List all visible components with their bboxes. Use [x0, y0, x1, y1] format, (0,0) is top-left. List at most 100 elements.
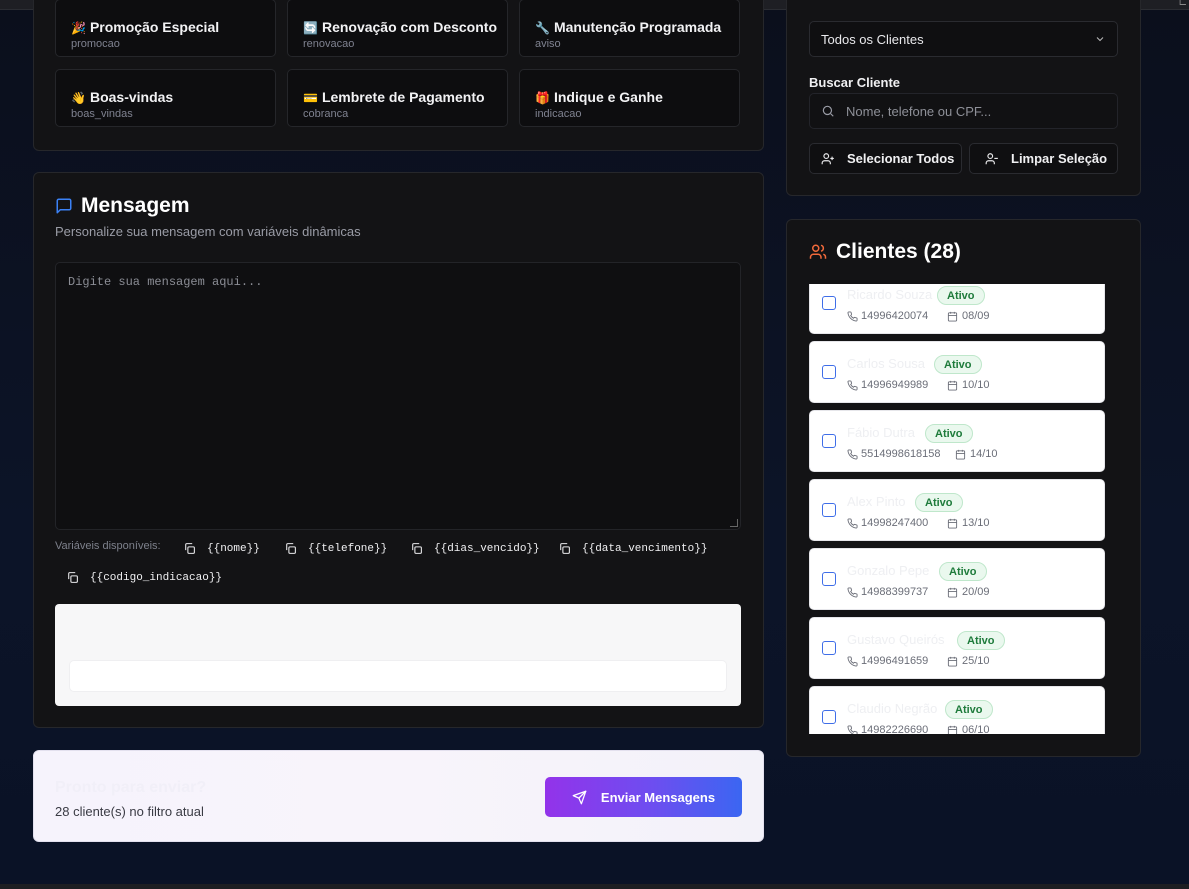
variable-nome-button[interactable]: {{nome}}	[183, 542, 260, 555]
client-due-date: 20/09	[962, 586, 990, 598]
variable-telefone-button[interactable]: {{telefone}}	[284, 542, 387, 555]
client-phone: 14998247400	[861, 517, 929, 529]
client-due-date: 08/09	[962, 310, 990, 322]
phone-icon	[847, 586, 858, 597]
resize-handle-icon[interactable]	[730, 519, 738, 527]
refresh-icon: 🔄	[303, 21, 318, 35]
select-all-button[interactable]: Selecionar Todos	[809, 143, 962, 174]
user-plus-icon	[821, 152, 834, 164]
variable-label: {{nome}}	[207, 542, 260, 555]
ready-heading: Pronto para enviar?	[55, 779, 207, 796]
client-checkbox[interactable]	[822, 503, 836, 517]
client-phone: 5514998618158	[861, 448, 941, 460]
client-name: Gonzalo Pepe	[847, 563, 930, 578]
variable-label: {{codigo_indicacao}}	[90, 571, 223, 584]
search-input[interactable]	[846, 103, 1106, 119]
client-card[interactable]: Gustavo Queirós Ativo 14996491659 25/10	[809, 617, 1105, 679]
variable-label: {{telefone}}	[308, 542, 388, 555]
users-icon	[809, 244, 827, 259]
select-value: Todos os Clientes	[821, 31, 924, 47]
status-badge: Ativo	[957, 631, 1005, 650]
client-checkbox[interactable]	[822, 365, 836, 379]
filter-panel: Todos os Clientes Buscar Cliente Selecio…	[786, 0, 1141, 196]
client-card[interactable]: Carlos Sousa Ativo 14996949989 10/10	[809, 341, 1105, 403]
variable-dias-vencido-button[interactable]: {{dias_vencido}}	[410, 542, 540, 555]
party-icon: 🎉	[71, 21, 86, 35]
client-card[interactable]: Claudio Negrão Ativo 14982226690 06/10	[809, 686, 1105, 734]
client-checkbox[interactable]	[822, 434, 836, 448]
client-due-date: 13/10	[962, 517, 990, 529]
phone-icon	[847, 517, 858, 528]
client-card[interactable]: Gonzalo Pepe Ativo 14988399737 20/09	[809, 548, 1105, 610]
phone-icon	[847, 310, 858, 321]
calendar-icon	[947, 311, 958, 322]
message-preview	[55, 604, 741, 706]
search-label: Buscar Cliente	[809, 75, 901, 90]
status-badge: Ativo	[925, 424, 973, 443]
client-filter-select[interactable]: Todos os Clientes	[809, 21, 1118, 57]
filtered-count: 28 cliente(s) no filtro atual	[55, 804, 204, 819]
status-badge: Ativo	[945, 700, 993, 719]
phone-icon	[847, 655, 858, 666]
send-icon	[572, 790, 587, 804]
clear-selection-button[interactable]: Limpar Seleção	[969, 143, 1118, 174]
template-title: Manutenção Programada	[553, 19, 722, 35]
calendar-icon	[955, 449, 966, 460]
clients-list[interactable]: Ricardo Souza Ativo 14996420074 08/09 Ca…	[809, 284, 1105, 734]
template-title: Lembrete de Pagamento	[321, 89, 485, 105]
card-icon: 💳	[303, 91, 318, 105]
status-badge: Ativo	[939, 562, 987, 581]
phone-icon	[847, 724, 858, 734]
template-key: indicacao	[535, 108, 582, 120]
variable-label: {{data_vencimento}}	[582, 542, 708, 555]
template-title: Boas-vindas	[89, 89, 174, 105]
client-name: Carlos Sousa	[847, 356, 926, 371]
status-badge: Ativo	[934, 355, 982, 374]
client-checkbox[interactable]	[822, 296, 836, 310]
clear-selection-label: Limpar Seleção	[1011, 151, 1108, 166]
client-card[interactable]: Alex Pinto Ativo 14998247400 13/10	[809, 479, 1105, 541]
copy-icon	[560, 543, 570, 554]
message-textarea[interactable]: Digite sua mensagem aqui...	[55, 262, 741, 530]
template-indicacao[interactable]: 🎁 Indique e Ganhe indicacao	[519, 69, 740, 127]
preview-bubble	[70, 661, 726, 691]
client-name: Fábio Dutra	[847, 425, 915, 440]
template-key: renovacao	[303, 38, 355, 50]
send-button-label: Enviar Mensagens	[600, 789, 716, 805]
template-key: promocao	[71, 38, 120, 50]
variable-data-vencimento-button[interactable]: {{data_vencimento}}	[558, 542, 707, 555]
client-checkbox[interactable]	[822, 572, 836, 586]
client-name: Ricardo Souza	[847, 287, 933, 302]
client-card[interactable]: Fábio Dutra Ativo 5514998618158 14/10	[809, 410, 1105, 472]
client-due-date: 25/10	[962, 655, 990, 667]
template-promocao[interactable]: 🎉 Promoção Especial promocao	[55, 0, 276, 57]
clients-panel: Clientes (28) Ricardo Souza Ativo 149964…	[786, 219, 1141, 757]
client-name: Claudio Negrão	[847, 701, 938, 716]
copy-icon	[412, 543, 422, 554]
wrench-icon: 🔧	[535, 21, 550, 35]
copy-icon	[68, 572, 78, 583]
client-card[interactable]: Ricardo Souza Ativo 14996420074 08/09	[809, 284, 1105, 334]
client-phone: 14988399737	[861, 586, 929, 598]
client-checkbox[interactable]	[822, 641, 836, 655]
copy-icon	[185, 543, 195, 554]
template-renovacao[interactable]: 🔄 Renovação com Desconto renovacao	[287, 0, 508, 57]
templates-panel: 🎉 Promoção Especial promocao 🔄 Renovação c…	[33, 0, 764, 151]
message-subtitle: Personalize sua mensagem com variáveis d…	[55, 224, 361, 239]
search-field[interactable]	[809, 93, 1118, 129]
client-phone: 14996491659	[861, 655, 929, 667]
variable-codigo-indicacao-button[interactable]: {{codigo_indicacao}}	[66, 571, 222, 584]
send-messages-button[interactable]: Enviar Mensagens	[545, 777, 742, 817]
client-checkbox[interactable]	[822, 710, 836, 724]
calendar-icon	[947, 518, 958, 529]
copy-icon	[286, 543, 296, 554]
message-title: Mensagem	[81, 194, 190, 217]
phone-icon	[847, 379, 858, 390]
template-boas-vindas[interactable]: 👋 Boas-vindas boas_vindas	[55, 69, 276, 127]
send-panel: Pronto para enviar? 28 cliente(s) no fil…	[33, 750, 764, 842]
template-aviso[interactable]: 🔧 Manutenção Programada aviso	[519, 0, 740, 57]
calendar-icon	[947, 656, 958, 667]
variables-label: Variáveis disponíveis:	[55, 540, 161, 552]
user-minus-icon	[985, 152, 998, 164]
template-cobranca[interactable]: 💳 Lembrete de Pagamento cobranca	[287, 69, 508, 127]
